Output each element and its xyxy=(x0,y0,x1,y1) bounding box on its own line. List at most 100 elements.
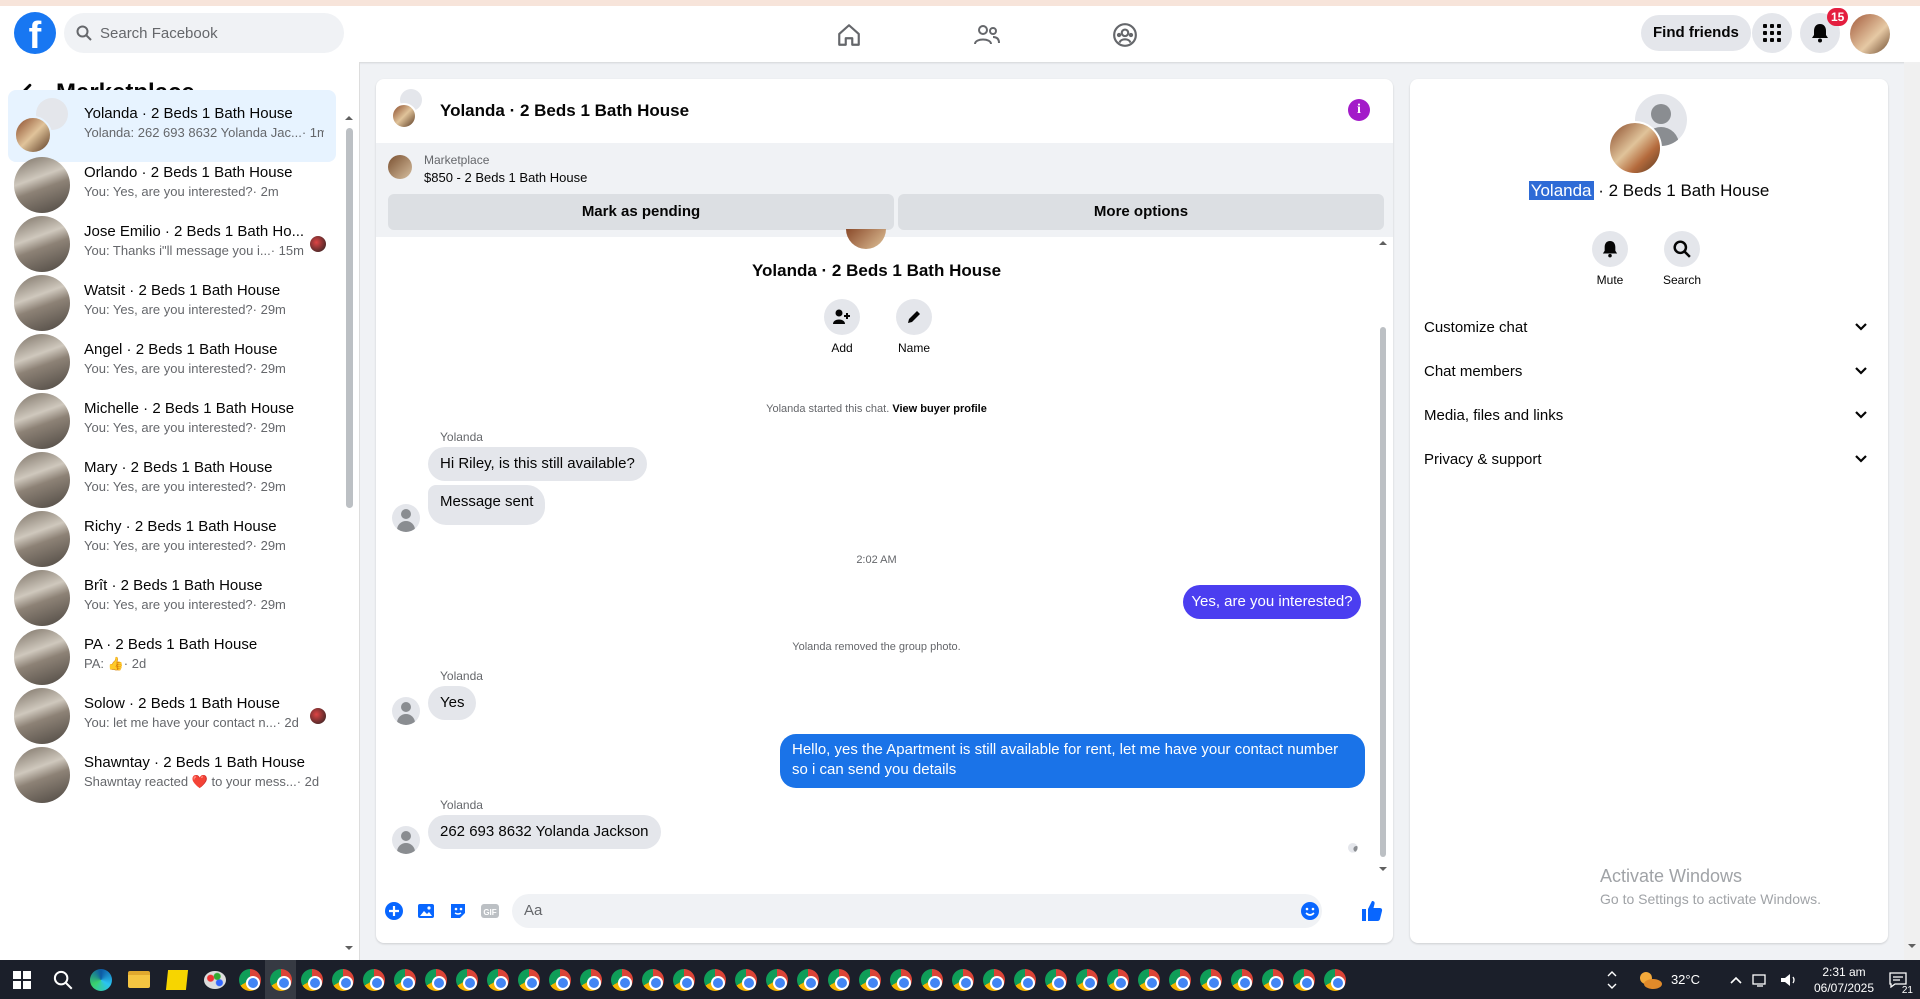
add-people-button[interactable]: Add xyxy=(816,299,868,355)
conversation-item[interactable]: Shawntay · 2 Beds 1 Bath House Shawntay r… xyxy=(8,739,336,811)
sender-avatar[interactable] xyxy=(392,504,420,532)
chrome-window-icon[interactable] xyxy=(482,960,513,999)
taskbar-scroll-arrows[interactable] xyxy=(1603,960,1621,999)
chrome-window-icon[interactable] xyxy=(1164,960,1195,999)
menu-grid-icon[interactable] xyxy=(1752,13,1792,53)
media-files-links-section[interactable]: Media, files and links xyxy=(1424,397,1874,433)
sticker-icon[interactable] xyxy=(448,901,468,921)
sticky-notes-icon[interactable] xyxy=(158,960,196,999)
weather-widget[interactable]: 32°C xyxy=(1637,970,1700,990)
incoming-message[interactable]: 262 693 8632 Yolanda Jackson xyxy=(428,815,661,849)
chrome-window-icon[interactable] xyxy=(389,960,420,999)
chrome-window-icon[interactable] xyxy=(1319,960,1350,999)
listing-thumbnail[interactable] xyxy=(388,155,412,179)
chrome-window-icon[interactable] xyxy=(544,960,575,999)
incoming-message[interactable]: Hi Riley, is this still available? xyxy=(428,447,647,481)
chevron-up-icon[interactable] xyxy=(1730,976,1742,984)
page-scrollbar[interactable] xyxy=(1904,62,1920,960)
conversation-preview: You: let me have your contact n...· 2d xyxy=(84,714,324,732)
sender-avatar[interactable] xyxy=(392,826,420,854)
chrome-window-icon[interactable] xyxy=(327,960,358,999)
customize-chat-section[interactable]: Customize chat xyxy=(1424,309,1874,345)
info-icon[interactable]: i xyxy=(1348,99,1370,121)
chrome-window-icon[interactable] xyxy=(699,960,730,999)
chrome-window-icon[interactable] xyxy=(792,960,823,999)
search-in-chat-button[interactable]: Search xyxy=(1652,231,1712,287)
section-label: Customize chat xyxy=(1424,318,1528,336)
chrome-window-icon[interactable] xyxy=(947,960,978,999)
notification-center-icon[interactable]: 21 xyxy=(1876,960,1920,999)
chrome-window-icon[interactable] xyxy=(916,960,947,999)
chrome-window-icon[interactable] xyxy=(637,960,668,999)
thumbs-up-icon[interactable] xyxy=(1360,899,1384,923)
chrome-window-icon[interactable] xyxy=(358,960,389,999)
member-avatar-photo[interactable] xyxy=(1608,121,1662,175)
chrome-window-icon[interactable] xyxy=(1133,960,1164,999)
friends-icon[interactable] xyxy=(918,8,1056,62)
chat-title[interactable]: Yolanda · 2 Beds 1 Bath House xyxy=(440,101,689,121)
gif-icon[interactable]: GIF xyxy=(480,901,500,921)
timestamp-divider: 2:02 AM xyxy=(856,554,897,566)
outgoing-message[interactable]: Hello, yes the Apartment is still availa… xyxy=(780,734,1365,788)
emoji-icon[interactable] xyxy=(1300,901,1320,921)
chrome-window-icon[interactable] xyxy=(420,960,451,999)
chrome-window-icon[interactable] xyxy=(1288,960,1319,999)
chat-scrollbar[interactable] xyxy=(1377,237,1389,877)
listing-price-title[interactable]: $850 - 2 Beds 1 Bath House xyxy=(424,170,587,185)
chrome-window-icon[interactable] xyxy=(730,960,761,999)
groups-icon[interactable] xyxy=(1056,8,1194,62)
chrome-window-icon[interactable] xyxy=(1071,960,1102,999)
chrome-window-icon[interactable] xyxy=(1102,960,1133,999)
chrome-window-icon[interactable] xyxy=(1257,960,1288,999)
chrome-window-icon[interactable] xyxy=(575,960,606,999)
clock[interactable]: 2:31 am 06/07/2025 xyxy=(1812,964,1876,996)
windows-start-icon[interactable] xyxy=(0,960,44,999)
sidebar-scrollbar[interactable] xyxy=(345,114,353,954)
plus-circle-icon[interactable] xyxy=(384,901,404,921)
edit-name-button[interactable]: Name xyxy=(888,299,940,355)
privacy-support-section[interactable]: Privacy & support xyxy=(1424,441,1874,477)
taskbar-search-icon[interactable] xyxy=(44,960,82,999)
chrome-window-icon[interactable] xyxy=(668,960,699,999)
chrome-window-icon[interactable] xyxy=(854,960,885,999)
sender-avatar[interactable] xyxy=(392,697,420,725)
incoming-message[interactable]: Message sent xyxy=(428,485,546,525)
facebook-logo[interactable]: f xyxy=(14,12,56,54)
edge-browser-icon[interactable] xyxy=(82,960,120,999)
photo-icon[interactable] xyxy=(416,901,436,921)
account-avatar[interactable] xyxy=(1850,14,1890,54)
chrome-window-icon[interactable] xyxy=(296,960,327,999)
chrome-window-icon[interactable] xyxy=(234,960,265,999)
chrome-window-icon[interactable] xyxy=(823,960,854,999)
mark-as-pending-button[interactable]: Mark as pending xyxy=(388,194,894,230)
group-avatar-front[interactable] xyxy=(391,103,417,129)
find-friends-button[interactable]: Find friends xyxy=(1641,15,1751,51)
chrome-window-icon[interactable] xyxy=(513,960,544,999)
incoming-message[interactable]: Yes xyxy=(428,686,477,720)
volume-icon[interactable] xyxy=(1780,973,1798,987)
preview-text: PA: 👍 xyxy=(84,656,124,671)
mute-button[interactable]: Mute xyxy=(1580,231,1640,287)
chrome-window-icon[interactable] xyxy=(1195,960,1226,999)
chrome-window-icon[interactable] xyxy=(451,960,482,999)
more-options-button[interactable]: More options xyxy=(898,194,1384,230)
search-facebook-input[interactable]: Search Facebook xyxy=(64,13,344,53)
conversation-name: Orlando · 2 Beds 1 Bath House xyxy=(84,164,293,181)
chrome-window-icon[interactable] xyxy=(1226,960,1257,999)
chrome-window-icon[interactable] xyxy=(761,960,792,999)
message-input[interactable]: Aa xyxy=(512,894,1322,928)
chrome-window-icon[interactable] xyxy=(606,960,637,999)
network-icon[interactable] xyxy=(1752,973,1770,987)
home-icon[interactable] xyxy=(780,8,918,62)
chrome-window-icon[interactable] xyxy=(978,960,1009,999)
chat-members-section[interactable]: Chat members xyxy=(1424,353,1874,389)
chrome-window-icon[interactable] xyxy=(265,960,296,999)
file-explorer-icon[interactable] xyxy=(120,960,158,999)
section-label: Privacy & support xyxy=(1424,450,1542,468)
chrome-window-icon[interactable] xyxy=(1040,960,1071,999)
outgoing-message[interactable]: Yes, are you interested? xyxy=(1183,585,1361,619)
chrome-window-icon[interactable] xyxy=(1009,960,1040,999)
view-buyer-profile-link[interactable]: View buyer profile xyxy=(892,403,987,415)
paint-app-icon[interactable] xyxy=(196,960,234,999)
chrome-window-icon[interactable] xyxy=(885,960,916,999)
